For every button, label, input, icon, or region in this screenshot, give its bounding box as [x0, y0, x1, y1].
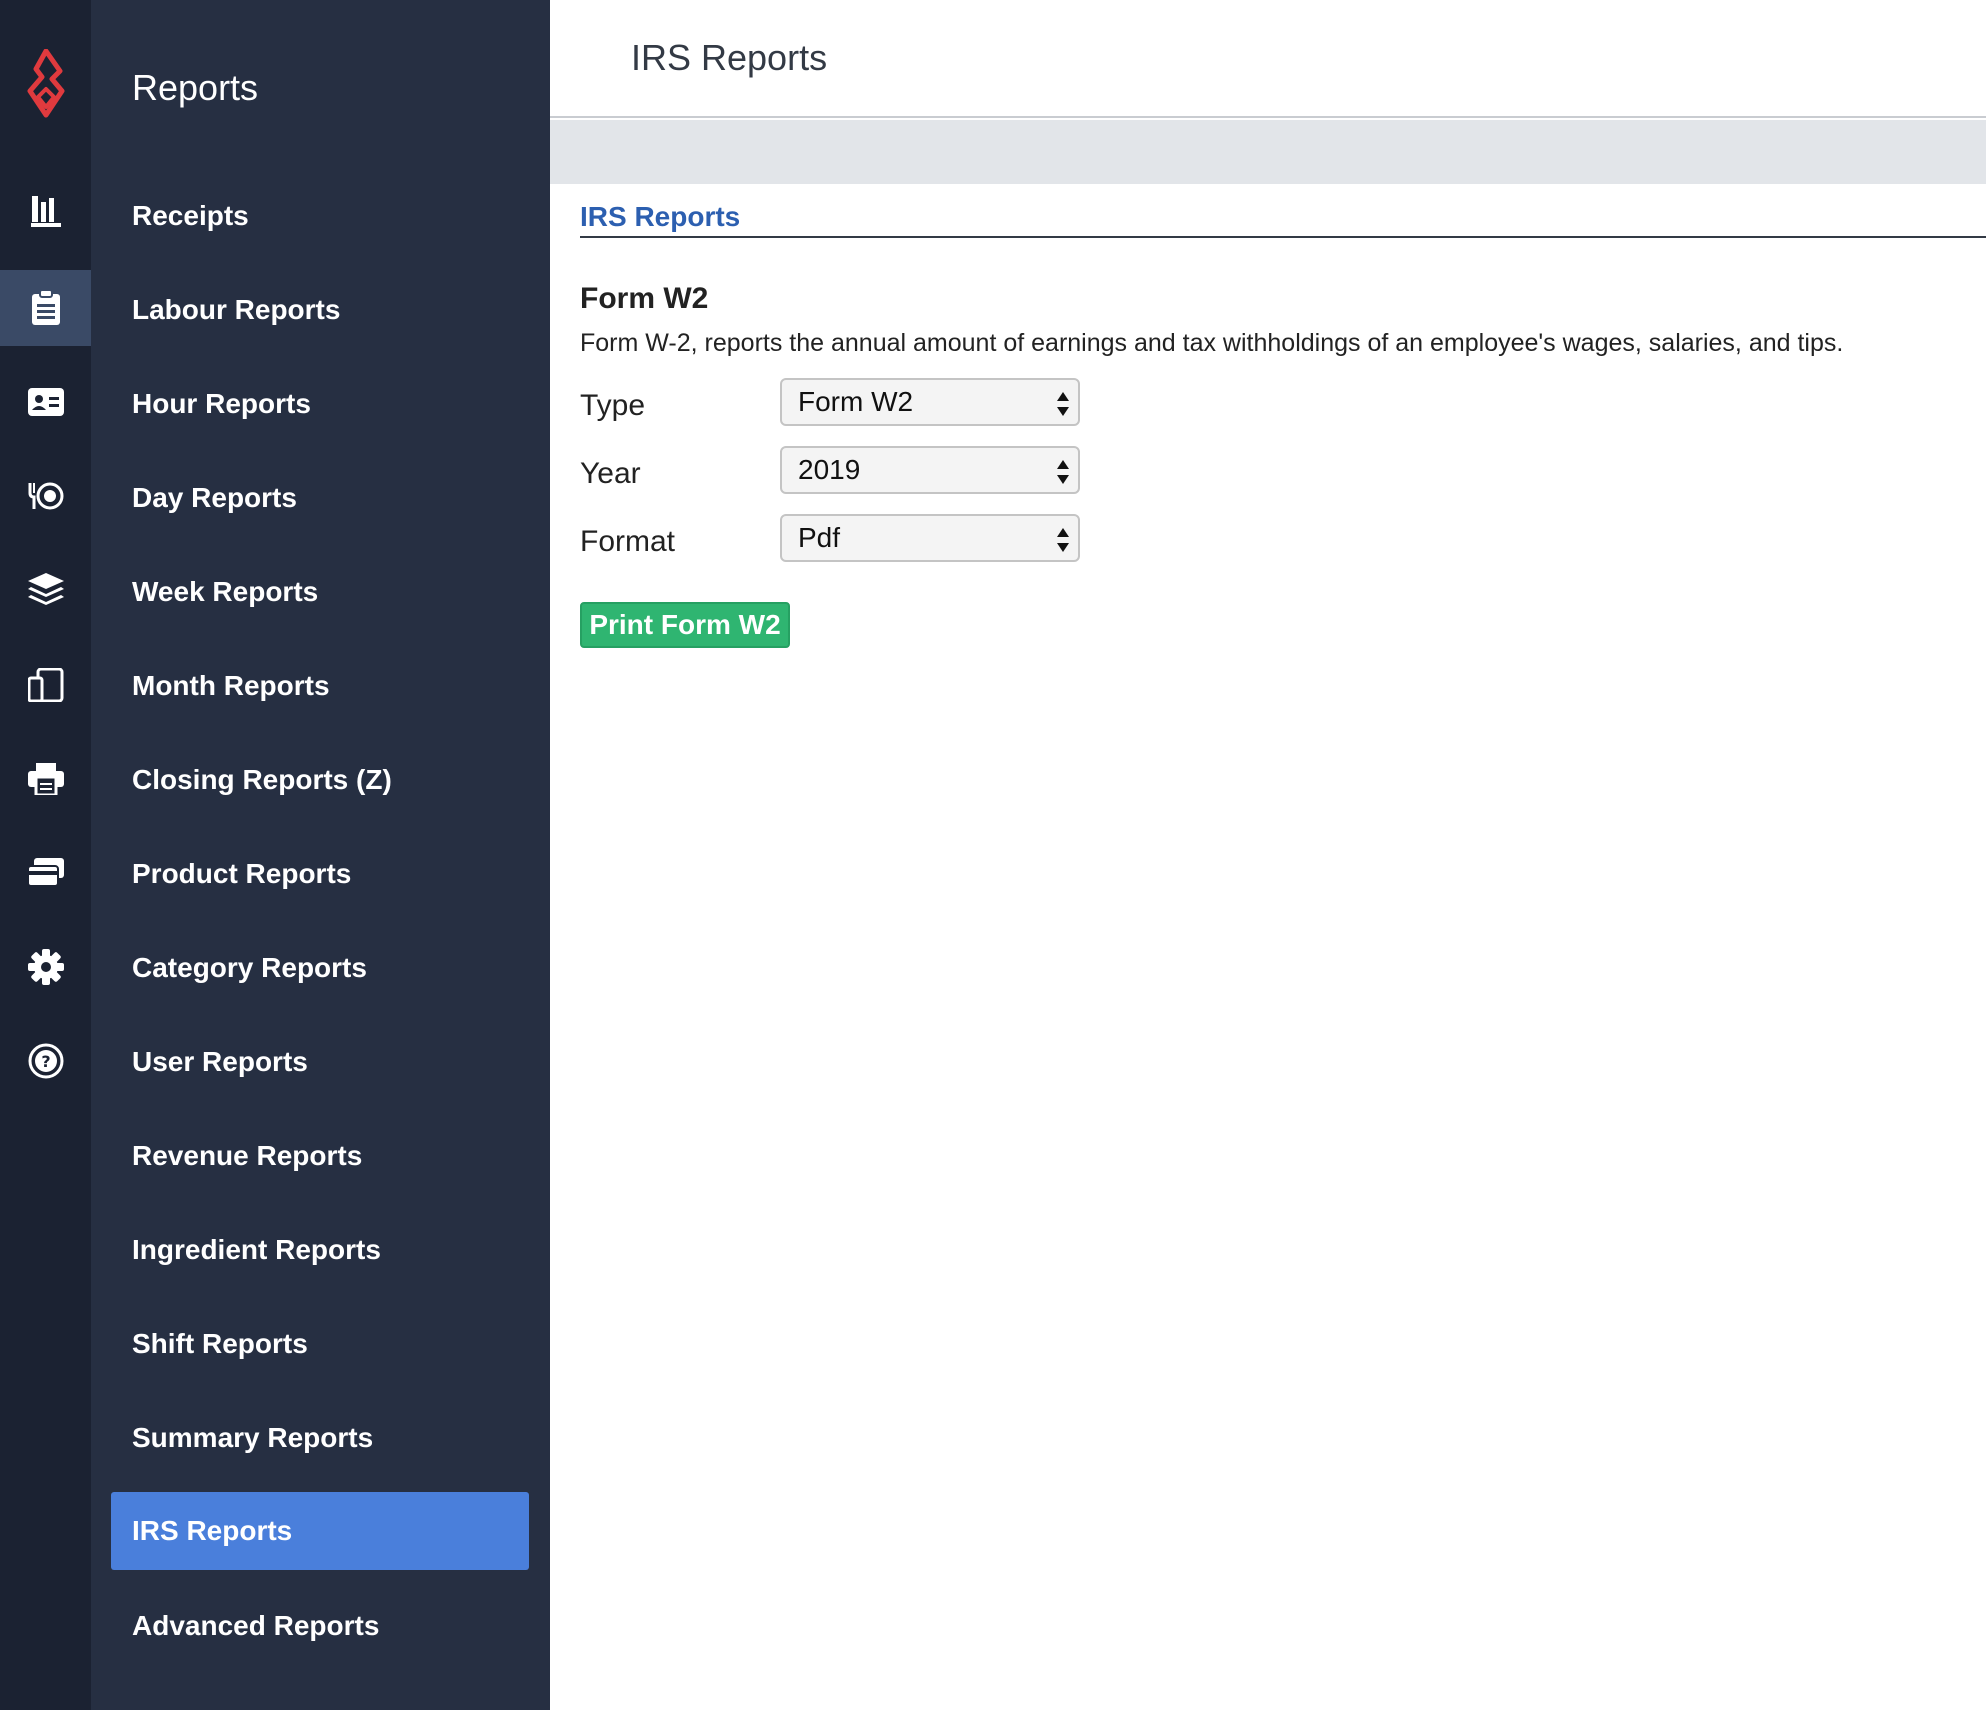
sidebar-item-user-reports[interactable]: User Reports [111, 1023, 529, 1101]
sidebar-item-product-reports[interactable]: Product Reports [111, 835, 529, 913]
rail-item-products[interactable] [0, 552, 91, 628]
icon-rail: ? [0, 0, 91, 1710]
format-select-value: Pdf [798, 522, 841, 553]
page-title: IRS Reports [631, 37, 828, 78]
reports-sidebar: Reports Receipts Labour Reports Hour Rep… [91, 0, 550, 1710]
section-header: IRS Reports [580, 198, 1986, 238]
top-bar: IRS Reports [550, 0, 1986, 118]
sidebar-item-revenue-reports[interactable]: Revenue Reports [111, 1117, 529, 1195]
sidebar-item-closing-reports[interactable]: Closing Reports (Z) [111, 741, 529, 819]
print-form-w2-button[interactable]: Print Form W2 [580, 602, 790, 648]
format-select[interactable]: Pdf [780, 514, 1080, 562]
sidebar-item-advanced-reports[interactable]: Advanced Reports [111, 1587, 529, 1665]
dining-icon [28, 482, 63, 510]
type-label: Type [580, 389, 646, 422]
rail-item-contacts[interactable] [0, 364, 91, 440]
select-arrows-icon [1057, 392, 1069, 416]
sidebar-item-shift-reports[interactable]: Shift Reports [111, 1305, 529, 1383]
year-select[interactable]: 2019 [780, 446, 1080, 494]
sidebar-item-ingredient-reports[interactable]: Ingredient Reports [111, 1211, 529, 1289]
toolbar-strip [550, 120, 1986, 184]
sidebar-item-receipts[interactable]: Receipts [111, 177, 529, 255]
rail-item-devices[interactable] [0, 647, 91, 723]
rail-item-dashboard[interactable] [0, 173, 91, 249]
svg-text:?: ? [41, 1052, 50, 1071]
clipboard-icon [31, 290, 60, 325]
format-label: Format [580, 525, 676, 558]
sidebar-item-summary-reports[interactable]: Summary Reports [111, 1399, 529, 1477]
printer-icon [27, 763, 64, 795]
form-heading: Form W2 [580, 282, 709, 315]
sidebar-item-week-reports[interactable]: Week Reports [111, 553, 529, 631]
sidebar-item-labour-reports[interactable]: Labour Reports [111, 271, 529, 349]
year-select-value: 2019 [798, 454, 861, 485]
layers-icon [27, 573, 64, 605]
rail-item-reports[interactable] [0, 270, 91, 346]
flame-logo-icon [27, 49, 64, 118]
rail-item-settings[interactable] [0, 929, 91, 1005]
help-icon: ? [28, 1043, 63, 1079]
sidebar-item-category-reports[interactable]: Category Reports [111, 929, 529, 1007]
sidebar-item-day-reports[interactable]: Day Reports [111, 459, 529, 537]
app-root: ? Reports Receipts Labour Reports Hour R… [0, 0, 1986, 1710]
bar-chart-icon [30, 196, 61, 227]
select-arrows-icon [1057, 528, 1069, 552]
sidebar-item-irs-reports[interactable]: IRS Reports [111, 1492, 529, 1570]
sidebar-title: Reports [132, 67, 259, 108]
brand-logo[interactable] [0, 44, 91, 124]
rail-item-help[interactable]: ? [0, 1023, 91, 1099]
type-select-value: Form W2 [798, 386, 914, 417]
section-title: IRS Reports [580, 201, 741, 232]
sidebar-item-month-reports[interactable]: Month Reports [111, 647, 529, 725]
main-content: IRS Reports IRS Reports Form W2 Form W-2… [550, 0, 1986, 1710]
rail-item-payments[interactable] [0, 835, 91, 911]
id-card-icon [27, 388, 64, 416]
year-label: Year [580, 457, 641, 490]
form-description: Form W-2, reports the annual amount of e… [580, 329, 1844, 357]
sidebar-item-hour-reports[interactable]: Hour Reports [111, 365, 529, 443]
devices-icon [27, 668, 63, 702]
rail-item-printers[interactable] [0, 741, 91, 817]
select-arrows-icon [1057, 460, 1069, 484]
cards-icon [27, 858, 64, 887]
type-select[interactable]: Form W2 [780, 378, 1080, 426]
rail-item-tables[interactable] [0, 458, 91, 534]
gear-icon [27, 949, 64, 985]
